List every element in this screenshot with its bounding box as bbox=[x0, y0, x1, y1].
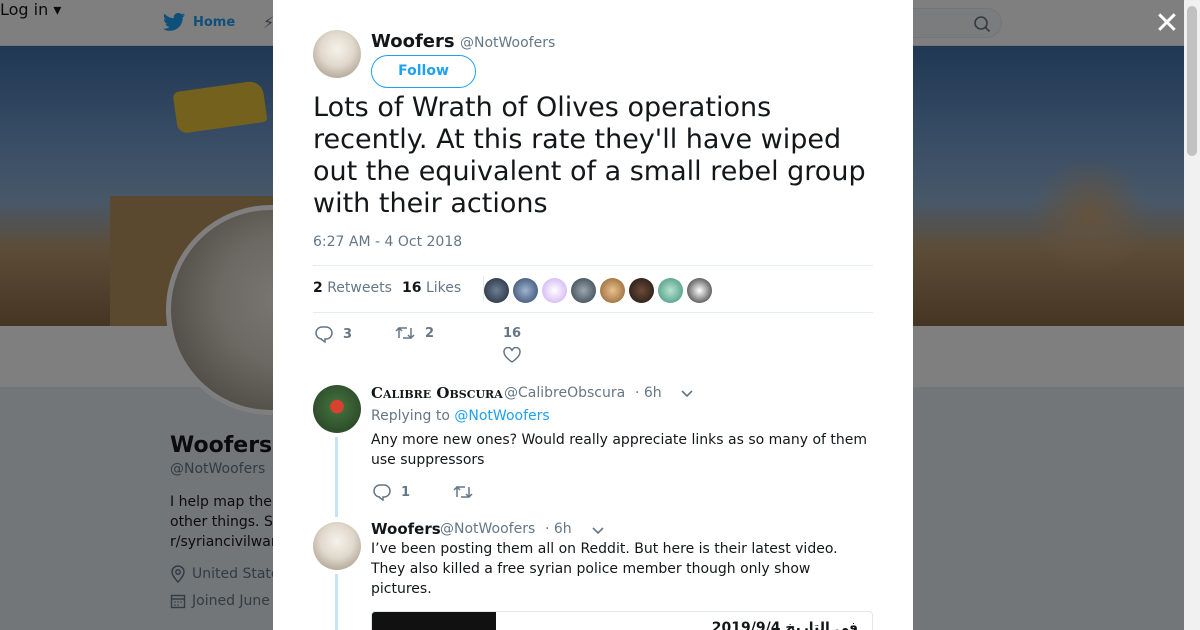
media-caption: 2019/9/4 في التاريخ bbox=[711, 620, 858, 630]
liker-avatar[interactable] bbox=[687, 278, 712, 303]
reply-author-handle[interactable]: @NotWoofers bbox=[440, 521, 535, 537]
thread-connector bbox=[335, 437, 338, 517]
thread-connector bbox=[335, 574, 338, 630]
liker-avatar[interactable] bbox=[484, 278, 509, 303]
scrollbar-thumb[interactable] bbox=[1187, 6, 1197, 156]
tweet-author-handle[interactable]: @NotWoofers bbox=[460, 35, 555, 51]
tweet-author-avatar[interactable] bbox=[313, 30, 361, 78]
retweet-button[interactable]: 2 bbox=[395, 325, 434, 341]
liker-avatar[interactable] bbox=[629, 278, 654, 303]
liker-avatar[interactable] bbox=[513, 278, 538, 303]
retweets-stat[interactable]: 2 Retweets bbox=[313, 280, 392, 296]
reply-author-avatar[interactable] bbox=[313, 522, 361, 570]
reply-text: Any more new ones? Would really apprecia… bbox=[371, 432, 868, 468]
video-media-card[interactable]: 2019/9/4 في التاريخ bbox=[371, 611, 873, 630]
follow-button[interactable]: Follow bbox=[371, 55, 476, 88]
retweet-icon bbox=[395, 326, 415, 340]
chevron-down-icon[interactable] bbox=[680, 389, 694, 399]
liker-avatar[interactable] bbox=[542, 278, 567, 303]
retweet-button[interactable] bbox=[453, 484, 473, 500]
likes-stat[interactable]: 16 Likes bbox=[402, 280, 461, 296]
tweet-author-name[interactable]: Woofers bbox=[371, 31, 455, 52]
retweet-count: 2 bbox=[425, 325, 435, 341]
liker-avatar[interactable] bbox=[658, 278, 683, 303]
tweet-actions: 3 2 16 bbox=[313, 320, 873, 370]
video-thumbnail[interactable] bbox=[372, 612, 496, 630]
tweet-timestamp[interactable]: 6:27 AM - 4 Oct 2018 bbox=[313, 234, 462, 250]
reply-time[interactable]: · 6h bbox=[545, 521, 572, 537]
reply-author-name[interactable]: Woofers bbox=[371, 520, 441, 538]
heart-icon bbox=[503, 347, 521, 363]
page-scrollbar[interactable] bbox=[1184, 0, 1200, 630]
like-button[interactable]: 16 bbox=[503, 326, 521, 363]
reply-text: I’ve been posting them all on Reddit. Bu… bbox=[371, 541, 838, 597]
tweet-text: Lots of Wrath of Olives operations recen… bbox=[313, 92, 866, 219]
reply-icon bbox=[315, 326, 333, 343]
reply-button[interactable]: 1 bbox=[373, 483, 410, 501]
replying-to-handle-link[interactable]: @NotWoofers bbox=[454, 408, 549, 424]
reply-time[interactable]: · 6h bbox=[635, 385, 662, 401]
tweet-modal: Woofers @NotWoofers Follow Lots of Wrath… bbox=[273, 0, 913, 630]
chevron-down-icon[interactable] bbox=[591, 526, 605, 536]
reply-author-avatar[interactable] bbox=[313, 385, 361, 433]
reply-icon bbox=[373, 484, 391, 501]
retweet-icon bbox=[453, 485, 473, 499]
reply-count: 3 bbox=[343, 326, 353, 342]
tweet-stats: 2 Retweets 16 Likes bbox=[313, 265, 873, 313]
reply-author-name[interactable]: Calibre Obscura bbox=[371, 384, 503, 402]
retweets-count: 2 bbox=[313, 280, 323, 296]
retweets-label: Retweets bbox=[327, 280, 392, 296]
reply-button[interactable]: 3 bbox=[315, 325, 352, 343]
liker-avatar[interactable] bbox=[571, 278, 596, 303]
like-count: 16 bbox=[503, 326, 522, 341]
likes-label: Likes bbox=[425, 280, 462, 296]
likes-count: 16 bbox=[402, 280, 422, 296]
replying-to: Replying to @NotWoofers bbox=[371, 408, 550, 424]
reply-author-handle[interactable]: @CalibreObscura bbox=[504, 385, 625, 401]
liker-avatar[interactable] bbox=[600, 278, 625, 303]
close-modal-button[interactable]: ✕ bbox=[1154, 9, 1180, 39]
reply-count: 1 bbox=[401, 484, 411, 500]
replying-prefix: Replying to bbox=[371, 408, 450, 424]
